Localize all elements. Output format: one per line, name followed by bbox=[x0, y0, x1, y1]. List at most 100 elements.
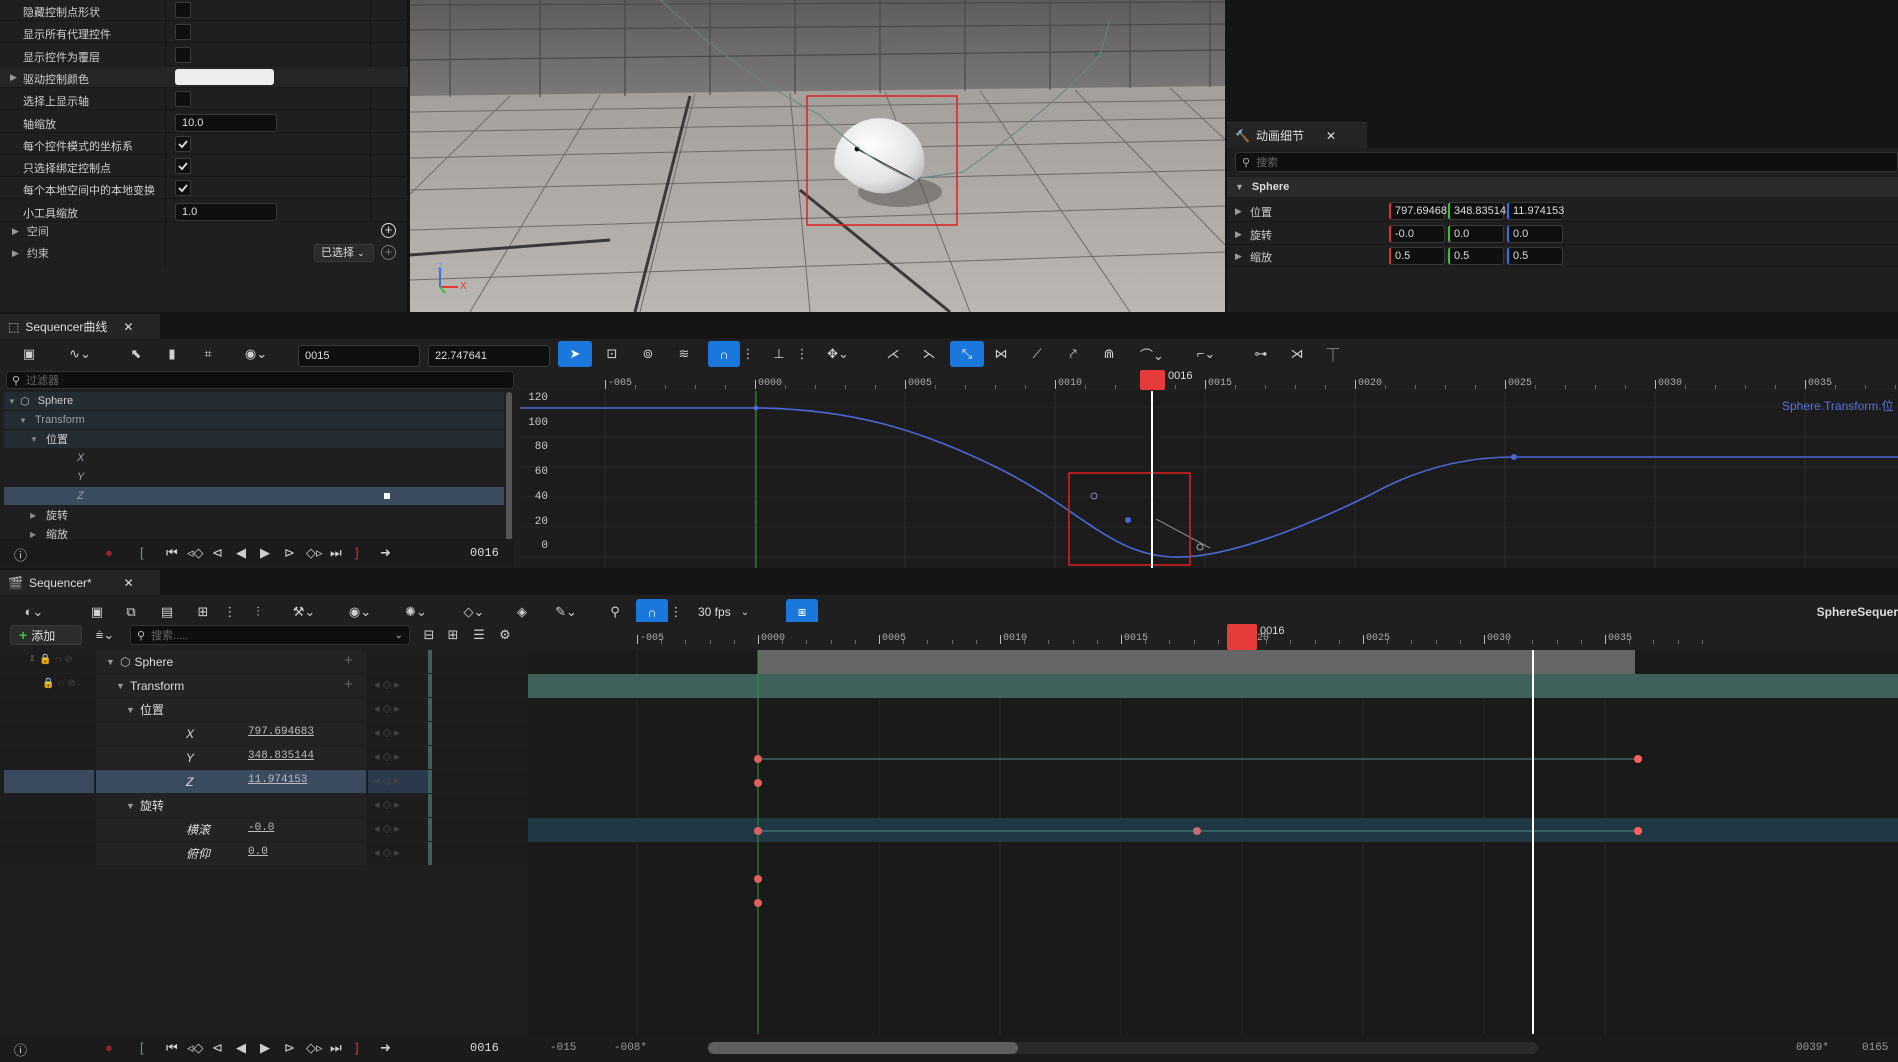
find-asset-icon[interactable]: ⧉ bbox=[120, 599, 142, 625]
track-row[interactable]: ▼ 旋转 ◂ ◇ ▸ bbox=[0, 794, 530, 817]
play-back-icon[interactable]: ◀ bbox=[236, 1040, 246, 1056]
tree-scrollbar[interactable] bbox=[506, 392, 512, 552]
filter-curve-icon[interactable]: ⏉ bbox=[1320, 341, 1346, 367]
track-row[interactable]: 俯仰 0.0 ◂ ◇ ▸ bbox=[0, 842, 530, 865]
retime-tool-icon[interactable]: ⊚ bbox=[634, 341, 662, 367]
start-marker-icon[interactable]: [ bbox=[140, 545, 144, 560]
more-icon[interactable]: ⋮ bbox=[796, 341, 809, 367]
record-icon[interactable]: ● bbox=[105, 1040, 113, 1055]
break-tangent-icon[interactable]: ⤡ bbox=[950, 341, 984, 367]
constant-tangent-icon[interactable]: ⟋ bbox=[1024, 341, 1050, 367]
track-value[interactable]: -0.0 bbox=[248, 822, 274, 834]
camera-icon[interactable]: ▤ bbox=[156, 599, 178, 625]
checkbox[interactable] bbox=[175, 135, 191, 152]
track-value[interactable]: 11.974153 bbox=[248, 774, 307, 786]
track-value[interactable]: 0.0 bbox=[248, 846, 268, 858]
track-row[interactable]: ▼ 位置 ◂ ◇ ▸ bbox=[0, 698, 530, 721]
save-icon[interactable]: ▣ bbox=[16, 341, 42, 367]
viewport[interactable]: X Z bbox=[410, 0, 1225, 312]
flatten-tangent-icon[interactable]: ⋒ bbox=[1096, 341, 1122, 367]
select-icon[interactable]: ⬉ bbox=[124, 341, 148, 367]
curve-tree-item[interactable]: ▼ Transform bbox=[4, 411, 504, 429]
view-eye-icon[interactable]: ◉⌄ bbox=[340, 599, 380, 625]
render-icon[interactable]: ⊞ bbox=[192, 599, 214, 625]
checkbox[interactable] bbox=[175, 24, 191, 41]
vector-component-field[interactable]: 0.0 bbox=[1448, 224, 1504, 243]
curve-tree-item[interactable]: ▶ 旋转 bbox=[4, 506, 504, 524]
vector-component-field[interactable]: 0.0 bbox=[1507, 224, 1563, 243]
space-row[interactable]: ▶ 空间 + bbox=[0, 221, 408, 241]
add-icon[interactable]: + bbox=[344, 652, 353, 669]
track-value[interactable]: 797.694683 bbox=[248, 726, 314, 738]
prev-key-icon[interactable]: ◃◇ bbox=[187, 545, 204, 561]
checkbox[interactable] bbox=[175, 2, 191, 18]
timeline-scrollbar[interactable] bbox=[708, 1042, 1538, 1054]
seq-timeline[interactable]: -005 0000 0005 0010 0015 0020 0025 0030 0035 001… bbox=[528, 622, 1898, 1034]
key-nav-icon[interactable]: ◂ ◇ ▸ bbox=[374, 846, 400, 859]
value-field[interactable]: 22.747641 bbox=[428, 345, 550, 367]
start-marker-icon[interactable]: [ bbox=[140, 1040, 144, 1055]
transform-tool-icon[interactable]: ⊡ bbox=[598, 341, 626, 367]
play-icon[interactable]: ▶ bbox=[260, 1040, 270, 1056]
record-icon[interactable]: ● bbox=[105, 545, 113, 560]
close-icon[interactable]: ✕ bbox=[1326, 129, 1336, 143]
curve-mode-icon[interactable]: ∿⌄ bbox=[60, 341, 100, 367]
more-icon[interactable]: ⋮ bbox=[742, 341, 755, 367]
jump-end-icon[interactable]: ⏭ bbox=[330, 1040, 342, 1056]
track-row[interactable]: X 797.694683 ◂ ◇ ▸ bbox=[0, 722, 530, 745]
constraint-dropdown[interactable]: 已选择 ⌄ bbox=[314, 244, 374, 262]
post-infinity-icon[interactable]: ⌐⌄ bbox=[1186, 341, 1226, 367]
expand-icon[interactable]: ⊞ bbox=[444, 622, 462, 648]
vector-component-field[interactable]: -0.0 bbox=[1389, 224, 1445, 243]
loop-icon[interactable]: ➜ bbox=[380, 1040, 391, 1056]
play-back-icon[interactable]: ◀ bbox=[236, 545, 246, 561]
loop-icon[interactable]: ➜ bbox=[380, 545, 391, 561]
prev-key-icon[interactable]: ◃◇ bbox=[187, 1040, 204, 1056]
pointer-tool-icon[interactable]: ➤ bbox=[558, 341, 592, 367]
end-marker-icon[interactable]: ] bbox=[355, 1040, 359, 1055]
pre-infinity-icon[interactable]: ⌒⌄ bbox=[1132, 341, 1172, 367]
key-nav-icon[interactable]: ◂ ◇ ▸ bbox=[374, 774, 400, 787]
vector-component-field[interactable]: 797.69468 bbox=[1389, 202, 1447, 220]
add-constraint-icon[interactable]: + bbox=[381, 245, 396, 260]
constraint-row[interactable]: ▶ 约束 已选择 ⌄ + bbox=[0, 243, 408, 263]
linear-tangent-icon[interactable]: ⋈ bbox=[988, 341, 1014, 367]
curve-filter-input[interactable]: ⚲ 过滤器 bbox=[6, 371, 514, 389]
tab-sequencer[interactable]: 🎬 Sequencer* ✕ bbox=[0, 570, 160, 595]
expand-arrow-icon[interactable]: ▶ bbox=[1235, 251, 1242, 262]
timeline-scroll-thumb[interactable] bbox=[708, 1042, 1018, 1054]
bake-icon[interactable]: ⫶ bbox=[246, 599, 270, 625]
checkbox[interactable] bbox=[175, 91, 191, 108]
close-icon[interactable]: ✕ bbox=[124, 576, 134, 590]
checkbox[interactable] bbox=[175, 158, 191, 175]
next-frame-icon[interactable]: ⊳ bbox=[284, 1040, 295, 1056]
next-frame-icon[interactable]: ⊳ bbox=[284, 545, 295, 561]
move-icon[interactable]: ✥⌄ bbox=[818, 341, 858, 367]
track-row[interactable]: 🔒 ∩ ⊘ ▼ Transform + ◂ ◇ ▸ bbox=[0, 674, 530, 697]
curve-tree-item[interactable]: ▼ 位置 bbox=[4, 430, 504, 448]
view-eye-icon[interactable]: ◉⌄ bbox=[236, 341, 276, 367]
add-icon[interactable]: + bbox=[344, 676, 353, 693]
color-swatch[interactable] bbox=[175, 68, 274, 85]
gear-icon[interactable]: ⚙ bbox=[496, 622, 514, 648]
jump-start-icon[interactable]: ⏮ bbox=[166, 545, 178, 561]
curve-graph[interactable]: -005 0000 0005 0010 0015 0020 0025 0030 0035 001… bbox=[520, 369, 1898, 568]
world-icon[interactable]: ◐⌄ bbox=[14, 599, 54, 625]
value-field[interactable]: 10.0 bbox=[175, 113, 277, 132]
weighted-tangent-icon[interactable]: ⤤ bbox=[1060, 341, 1086, 367]
multi-scale-icon[interactable]: ≋ bbox=[670, 341, 698, 367]
tab-anim-details[interactable]: 🔨 动画细节 ✕ bbox=[1227, 122, 1367, 148]
end-marker-icon[interactable]: ] bbox=[355, 545, 359, 560]
anim-search-input[interactable]: ⚲ 搜索 bbox=[1235, 152, 1898, 172]
tools-icon[interactable]: ⚒⌄ bbox=[284, 599, 324, 625]
info-icon[interactable]: ⓘ bbox=[14, 1040, 27, 1059]
track-search-input[interactable]: ⚲ 搜索..... ⌄ bbox=[130, 625, 410, 645]
user-tangent-icon[interactable]: ⋋ bbox=[916, 341, 942, 367]
tab-curve-editor[interactable]: ⬚ Sequencer曲线 ✕ bbox=[0, 314, 160, 339]
track-value[interactable]: 348.835144 bbox=[248, 750, 314, 762]
expand-arrow-icon[interactable]: ▶ bbox=[1235, 206, 1242, 217]
add-space-icon[interactable]: + bbox=[381, 223, 396, 238]
curve-tree-item[interactable]: ▼ ⬡ Sphere bbox=[4, 392, 504, 410]
play-icon[interactable]: ▶ bbox=[260, 545, 270, 561]
expand-arrow-icon[interactable]: ▶ bbox=[1235, 229, 1242, 240]
